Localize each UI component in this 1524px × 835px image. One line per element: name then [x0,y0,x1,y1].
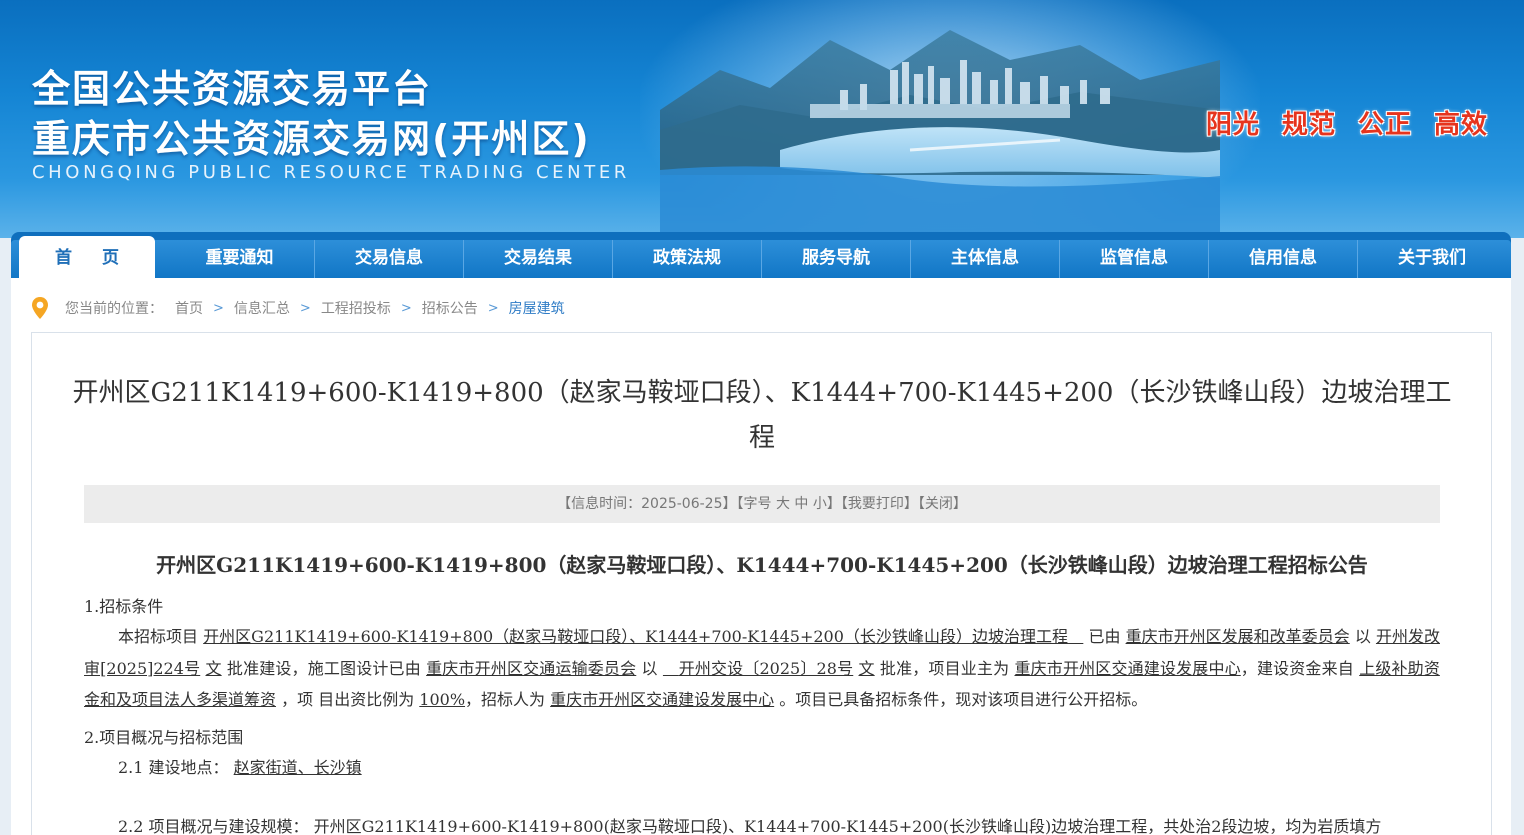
article-title: 开州区G211K1419+600-K1419+800（赵家马鞍垭口段）、K144… [72,378,1452,453]
nav-credit-info[interactable]: 信用信息 [1208,240,1357,278]
breadcrumb-info-summary[interactable]: 信息汇总 [234,298,290,318]
design-approval-number: 开州交设〔2025〕28号 [678,658,854,678]
section-2-heading: 2.项目概况与招标范围 [84,727,244,747]
section-2-2-partial: 2.2 项目概况与建设规模： 开州区G211K1419+600-K1419+80… [118,817,1382,835]
info-time-close: 】 [722,496,737,512]
project-name: 开州区G211K1419+600-K1419+800（赵家马鞍垭口段）、K144… [203,627,1069,646]
document-title: 开州区G211K1419+600-K1419+800（赵家马鞍垭口段）、K144… [156,553,1368,577]
text-span: 以 [1354,627,1371,646]
section-2-1: 2.1 建设地点： 赵家街道、长沙镇 [84,752,1440,783]
text-span: ，招标人为 [465,690,546,709]
nav-trading-results[interactable]: 交易结果 [463,240,612,278]
chevron-right-icon: > [400,300,412,316]
tenderer: 重庆市开州区交通建设发展中心 [550,690,775,709]
slogan-sunshine: 阳光 [1205,110,1260,140]
font-size-label: 【字号 [736,496,772,512]
construction-site-value: 赵家街道、长沙镇 [233,757,362,777]
article-meta-bar: 【信息时间：2025-06-25】【字号 大 中 小】【我要打印】【关闭】 [84,485,1440,523]
funding-ratio: 100% [419,690,466,709]
nav-policies[interactable]: 政策法规 [612,240,761,278]
breadcrumb-engineering-bidding[interactable]: 工程招投标 [321,298,391,318]
main-nav-wrapper: 首页 重要通知 交易信息 交易结果 政策法规 服务导航 主体信息 监管信息 信用… [11,232,1511,278]
close-button[interactable]: 【关闭】 [918,496,967,512]
approval-authority: 重庆市开州区发展和改革委员会 [1125,627,1350,646]
city-landscape-banner [660,30,1220,238]
main-nav: 首页 重要通知 交易信息 交易结果 政策法规 服务导航 主体信息 监管信息 信用… [11,236,1511,278]
nav-home[interactable]: 首页 [19,236,155,278]
text-span: 以 [641,658,658,678]
section-1-paragraph: 本招标项目 开州区G211K1419+600-K1419+800（赵家马鞍垭口段… [84,621,1440,716]
slogan-standard: 规范 [1281,110,1336,140]
construction-site-label: 2.1 建设地点： [118,757,229,777]
font-size-medium-button[interactable]: 中 [794,496,808,512]
site-title-cn-line1: 全国公共资源交易平台 [32,67,433,111]
breadcrumb-label: 您当前的位置： [65,301,163,317]
breadcrumb: 您当前的位置： 首页 > 信息汇总 > 工程招投标 > 招标公告 > 房屋建筑 [31,296,565,320]
breadcrumb-building-construction[interactable]: 房屋建筑 [509,298,565,318]
text-span: 批准，项目业主为 [879,658,1010,678]
chevron-right-icon: > [213,300,224,316]
font-size-close: 】 [826,496,841,512]
print-button[interactable]: 【我要打印】 [841,496,918,512]
main-content: 您当前的位置： 首页 > 信息汇总 > 工程招投标 > 招标公告 > 房屋建筑 … [11,278,1511,835]
site-title-en: CHONGQING PUBLIC RESOURCE TRADING CENTER [32,162,630,183]
article-body: 1.招标条件 本招标项目 开州区G211K1419+600-K1419+800（… [84,593,1440,835]
site-header: 全国公共资源交易平台 重庆市公共资源交易网(开州区) CHONGQING PUB… [0,0,1524,238]
slogan-efficient: 高效 [1433,110,1488,140]
nav-about-us[interactable]: 关于我们 [1357,240,1506,278]
nav-trading-info[interactable]: 交易信息 [314,240,463,278]
article: 开州区G211K1419+600-K1419+800（赵家马鞍垭口段）、K144… [31,332,1492,835]
design-approval-authority: 重庆市开州区交通运输委员会 [426,658,637,678]
breadcrumb-home[interactable]: 首页 [175,298,203,318]
nav-important-notices[interactable]: 重要通知 [165,240,314,278]
location-pin-icon [32,297,48,319]
nav-supervision-info[interactable]: 监管信息 [1059,240,1208,278]
section-1-heading: 1.招标条件 [84,597,164,616]
text-span: 已由 [1088,627,1121,646]
blank-underline [663,659,679,678]
nav-service-guide[interactable]: 服务导航 [761,240,910,278]
text-span: ，建设资金来自 [1240,658,1354,678]
slogans: 阳光 规范 公正 高效 [1206,104,1488,141]
project-owner: 重庆市开州区交通建设发展中心 [1014,658,1241,678]
text-span: 。项目已具备招标条件，现对该项目进行公开招标。 [779,690,1148,709]
font-size-large-button[interactable]: 大 [776,496,790,512]
slogan-fair: 公正 [1357,110,1412,140]
text-span: 文 [858,658,875,678]
text-span: 文 [205,658,222,678]
site-title-cn-line2: 重庆市公共资源交易网(开州区) [32,117,591,161]
blank-underline [1068,627,1083,646]
font-size-small-button[interactable]: 小 [813,496,827,512]
text-span: 本招标项目 [118,627,199,646]
text-span: ，项 目出资比例为 [281,690,415,709]
chevron-right-icon: > [487,300,499,316]
breadcrumb-tender-notice[interactable]: 招标公告 [422,298,478,318]
nav-entity-info[interactable]: 主体信息 [910,240,1059,278]
text-span: 批准建设，施工图设计已由 [226,658,421,678]
info-time-label: 【信息时间： [557,496,642,512]
info-time-value: 2025-06-25 [641,496,723,512]
chevron-right-icon: > [299,300,311,316]
